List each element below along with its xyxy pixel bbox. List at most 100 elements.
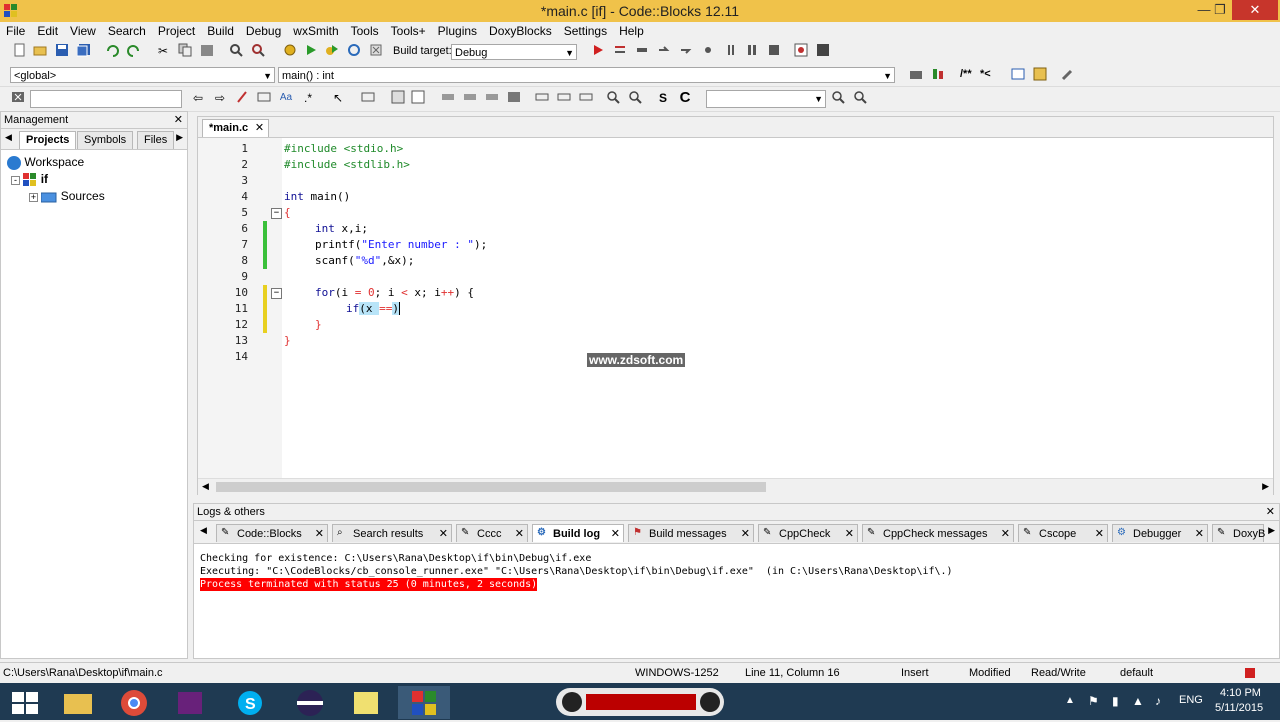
debug-info-icon[interactable] (815, 43, 831, 59)
menu-plugins[interactable]: Plugins (432, 22, 483, 40)
find-icon[interactable] (228, 43, 244, 59)
close-tab-icon[interactable]: ✕ (439, 525, 448, 543)
collapse-icon[interactable]: - (11, 176, 20, 185)
clock-time[interactable]: 4:10 PM (1220, 687, 1261, 699)
tab-cppcheck-messages[interactable]: ✎ CppCheck messages ✕ (862, 524, 1014, 542)
close-tab-icon[interactable]: ✕ (741, 525, 750, 543)
menu-view[interactable]: View (64, 22, 102, 40)
step-out-icon[interactable] (678, 43, 694, 59)
close-tab-icon[interactable]: ✕ (515, 525, 524, 543)
highlight-icon[interactable] (234, 90, 250, 106)
sticky-notes-icon[interactable] (340, 686, 392, 719)
close-tab-icon[interactable]: ✕ (1001, 525, 1010, 543)
scrollbar-thumb[interactable] (216, 482, 766, 492)
tab-debugger[interactable]: ⚙ Debugger ✕ (1112, 524, 1208, 542)
menu-project[interactable]: Project (152, 22, 201, 40)
tab-scroll-left-icon[interactable]: ◀ (200, 525, 207, 536)
scroll-left-icon[interactable]: ◀ (202, 481, 209, 492)
editor-tab-main-c[interactable]: *main.c ✕ (202, 119, 270, 137)
menu-debug[interactable]: Debug (240, 22, 287, 40)
c-symbol-icon[interactable]: C (677, 90, 693, 106)
tab-search-results[interactable]: ⌕ Search results ✕ (332, 524, 452, 542)
visual-studio-icon[interactable] (164, 686, 216, 719)
file-explorer-icon[interactable] (52, 686, 104, 719)
regex-icon[interactable]: .* (300, 90, 316, 106)
tab-cppcheck[interactable]: ✎ CppCheck ✕ (758, 524, 858, 542)
debug-windows-icon[interactable] (793, 43, 809, 59)
menu-settings[interactable]: Settings (558, 22, 613, 40)
tab-cccc[interactable]: ✎ Cccc ✕ (456, 524, 528, 542)
tab-build-messages[interactable]: ⚑ Build messages ✕ (628, 524, 754, 542)
battery-icon[interactable]: ▮ (1112, 694, 1119, 708)
search-go-icon[interactable] (830, 90, 846, 106)
search-prev-icon[interactable]: ⇦ (190, 90, 206, 106)
close-icon[interactable]: ✕ (174, 112, 183, 128)
close-tab-icon[interactable]: ✕ (1095, 525, 1104, 543)
selected-text-only-icon[interactable] (256, 90, 272, 106)
menu-file[interactable]: File (0, 22, 31, 40)
flag-tray-icon[interactable]: ⚑ (1088, 694, 1099, 708)
input-language[interactable]: ENG (1179, 694, 1203, 706)
tab-doxyblocks[interactable]: ✎ DoxyB (1212, 524, 1265, 542)
replace-icon[interactable] (250, 43, 266, 59)
skype-icon[interactable]: S (224, 686, 276, 719)
tab-symbols[interactable]: Symbols (77, 131, 134, 149)
copy-icon[interactable] (177, 43, 193, 59)
search-combo[interactable]: ▼ (706, 90, 826, 108)
close-tab-icon[interactable]: ✕ (315, 525, 324, 543)
build-target-select[interactable]: Debug ▼ (451, 44, 577, 60)
rectangle-icon[interactable] (360, 90, 376, 106)
s-symbol-icon[interactable]: S (655, 90, 671, 106)
build-and-run-icon[interactable] (324, 43, 340, 59)
menu-tools-plus[interactable]: Tools+ (385, 22, 432, 40)
zoom-in-icon[interactable] (605, 90, 621, 106)
doxy-help-icon[interactable] (1032, 67, 1048, 83)
abort-icon[interactable] (368, 43, 384, 59)
close-tab-icon[interactable]: ✕ (611, 525, 620, 543)
record-pause-icon[interactable] (700, 692, 720, 712)
chrome-icon[interactable] (108, 686, 160, 719)
start-button[interactable] (0, 686, 52, 719)
run-icon[interactable] (303, 43, 319, 59)
doxy-line-comment-label[interactable]: *< (980, 68, 991, 80)
tab-projects[interactable]: Projects (19, 131, 77, 149)
close-icon[interactable]: ✕ (1266, 504, 1275, 520)
doxy-config-icon[interactable] (1010, 67, 1026, 83)
tab-scroll-right-icon[interactable]: ▶ (176, 132, 183, 143)
step-instruction-icon[interactable] (722, 43, 738, 59)
menu-build[interactable]: Build (201, 22, 240, 40)
doxy-comment-label[interactable]: /** (960, 68, 972, 80)
next-instruction-icon[interactable] (700, 43, 716, 59)
tree-workspace[interactable]: Workspace (7, 154, 84, 171)
close-button[interactable]: ✕ (1232, 0, 1278, 20)
build-gear-icon[interactable] (282, 43, 298, 59)
scope-select[interactable]: <global> ▼ (10, 67, 275, 83)
horizontal-scrollbar[interactable]: ◀ ▶ (198, 478, 1273, 495)
menu-doxyblocks[interactable]: DoxyBlocks (483, 22, 558, 40)
block-icon-4[interactable] (506, 90, 522, 106)
tab-scroll-right-icon[interactable]: ▶ (1268, 525, 1275, 536)
open-folder-icon[interactable] (32, 43, 48, 59)
codeblocks-taskbar-icon[interactable] (398, 686, 450, 719)
save-icon[interactable] (54, 43, 70, 59)
new-file-icon[interactable] (12, 43, 28, 59)
undo-icon[interactable] (104, 43, 120, 59)
block-icon-3[interactable] (484, 90, 500, 106)
search-options-icon[interactable] (852, 90, 868, 106)
close-tab-icon[interactable]: ✕ (1195, 525, 1204, 543)
fold-icon[interactable]: − (271, 208, 282, 219)
next-line-icon[interactable] (634, 43, 650, 59)
tab-codeblocks-log[interactable]: ✎ Code::Blocks ✕ (216, 524, 328, 542)
save-all-icon[interactable] (76, 43, 92, 59)
search-next-icon[interactable]: ⇨ (212, 90, 228, 106)
tree-folder-sources[interactable]: + Sources (29, 188, 105, 205)
close-tab-icon[interactable]: ✕ (255, 120, 264, 137)
edit-shape-icon[interactable] (410, 90, 426, 106)
block-icon-2[interactable] (462, 90, 478, 106)
select-pointer-icon[interactable]: ↖ (330, 90, 346, 106)
volume-icon[interactable]: ♪ (1155, 694, 1161, 708)
scroll-right-icon[interactable]: ▶ (1262, 481, 1269, 492)
frame-icon-3[interactable] (578, 90, 594, 106)
record-stop-icon[interactable] (562, 692, 582, 712)
menu-tools[interactable]: Tools (345, 22, 385, 40)
